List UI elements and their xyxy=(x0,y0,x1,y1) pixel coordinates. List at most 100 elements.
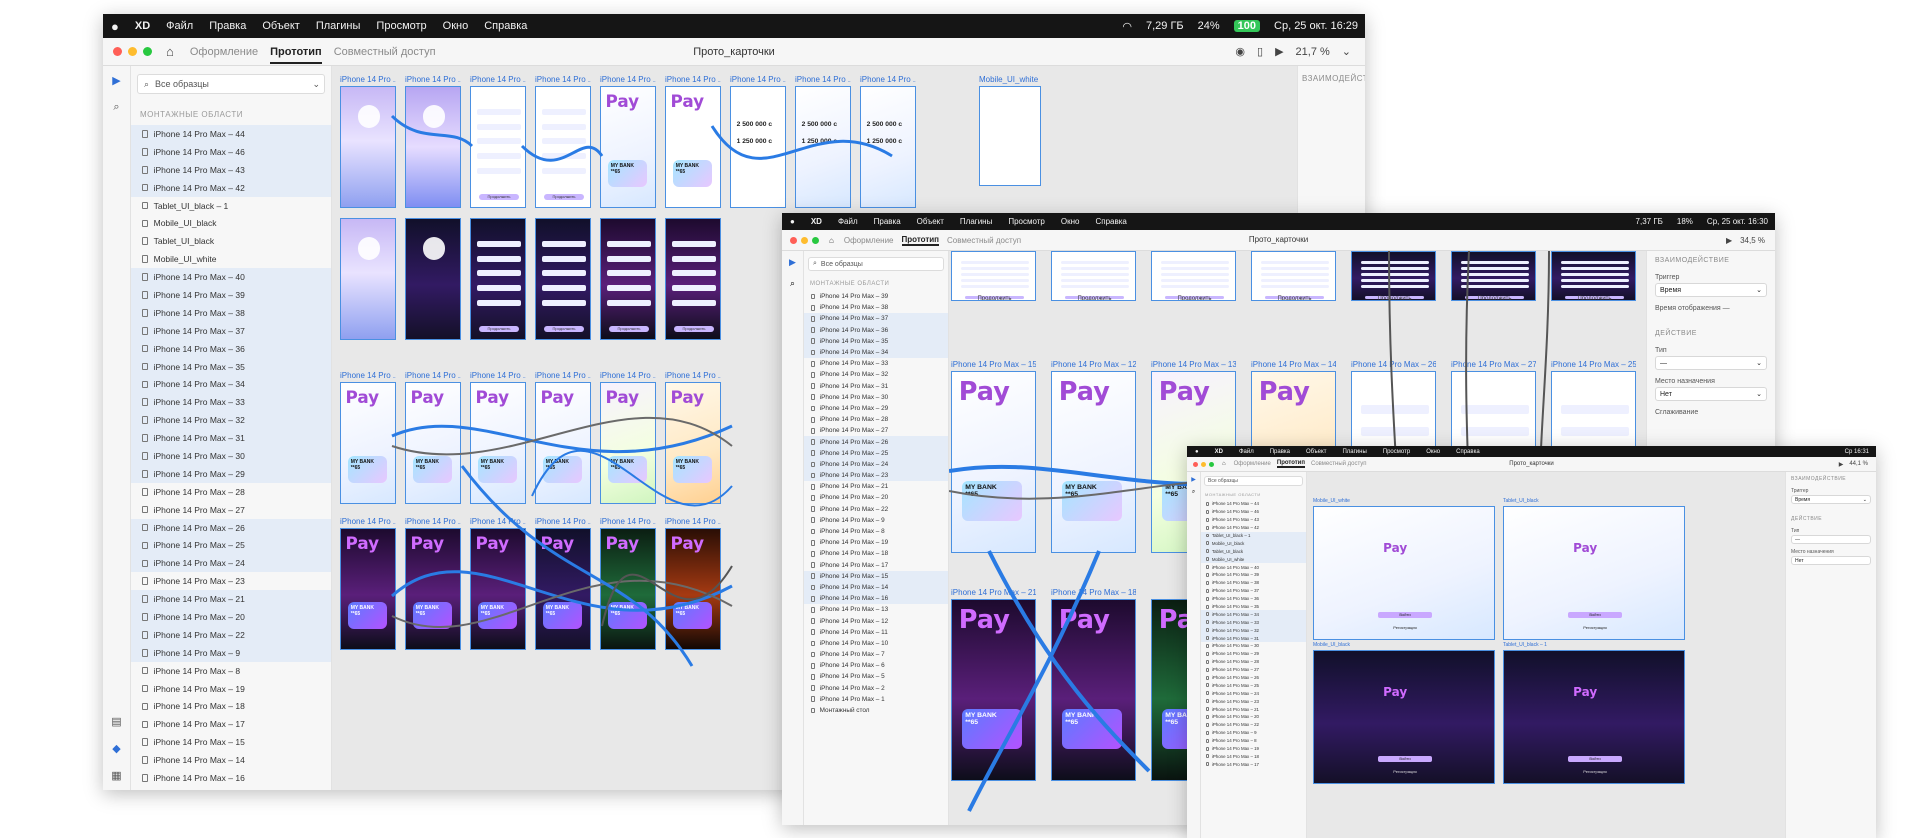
artboard[interactable]: Pay MY BANK**65 xyxy=(405,528,461,650)
artboard-label[interactable]: iPhone 14 Pro ... xyxy=(340,517,396,526)
layer-item[interactable]: iPhone 14 Pro Max – 11 xyxy=(804,627,948,638)
layer-item[interactable]: iPhone 14 Pro Max – 25 xyxy=(804,447,948,459)
close-button[interactable] xyxy=(1193,461,1198,467)
layer-item[interactable]: iPhone 14 Pro Max – 9 xyxy=(131,643,331,662)
tab-design[interactable]: Оформление xyxy=(844,236,894,245)
artboard[interactable]: Продолжить xyxy=(1351,251,1436,301)
form-field[interactable] xyxy=(606,255,652,262)
layer-item[interactable]: iPhone 14 Pro Max – 34 xyxy=(131,375,331,394)
continue-button[interactable]: Продолжить xyxy=(674,326,714,333)
form-field[interactable] xyxy=(671,240,717,248)
continue-button[interactable]: Продолжить xyxy=(609,326,649,333)
form-field[interactable] xyxy=(1360,404,1429,414)
menu-app-name[interactable]: XD xyxy=(803,217,830,226)
bank-card[interactable]: MY BANK**65 xyxy=(1062,481,1122,522)
artboard[interactable]: Pay MY BANK**65 xyxy=(665,86,721,208)
bank-card[interactable]: MY BANK**65 xyxy=(607,456,647,484)
layer-item[interactable]: iPhone 14 Pro Max – 40 xyxy=(131,268,331,287)
artboard-label[interactable]: iPhone 14 Pro ... xyxy=(405,517,461,526)
artboard[interactable]: Pay MY BANK**65 xyxy=(340,382,396,504)
form-field[interactable] xyxy=(671,284,717,291)
form-field[interactable] xyxy=(1160,285,1229,288)
form-field[interactable] xyxy=(476,255,522,262)
play-icon[interactable]: ▶ xyxy=(1275,45,1283,58)
form-field[interactable] xyxy=(476,123,522,130)
artboard-label[interactable]: iPhone 14 Pro ... xyxy=(665,371,721,380)
apple-icon[interactable]: ● xyxy=(782,217,803,226)
layer-item[interactable]: iPhone 14 Pro Max – 44 xyxy=(131,125,331,143)
layer-item[interactable]: iPhone 14 Pro Max – 32 xyxy=(1201,626,1306,635)
home-icon[interactable]: ⌂ xyxy=(1222,461,1226,467)
artboard-label[interactable]: iPhone 14 Pro ... xyxy=(405,371,461,380)
play-icon[interactable]: ▶ xyxy=(1726,236,1732,245)
artboard[interactable]: Pay Войти Регистрация xyxy=(1313,506,1495,640)
menu-item[interactable]: Справка xyxy=(476,20,535,32)
login-button[interactable]: Войти xyxy=(1377,611,1433,618)
form-field[interactable] xyxy=(1260,261,1329,264)
menu-item[interactable]: Окно xyxy=(1053,217,1088,226)
menu-item[interactable]: Файл xyxy=(830,217,866,226)
artboard[interactable] xyxy=(405,218,461,340)
layer-item[interactable]: iPhone 14 Pro Max – 30 xyxy=(1201,642,1306,650)
artboard-label[interactable]: iPhone 14 Pro Max – 27 xyxy=(1451,360,1536,369)
tab-prototype[interactable]: Прототип xyxy=(901,235,939,246)
select-tool-icon[interactable]: ▶ xyxy=(1191,476,1196,483)
trigger-dropdown[interactable]: Время ⌄ xyxy=(1655,283,1767,297)
memory-status[interactable]: 7,29 ГБ xyxy=(1139,20,1191,32)
form-field[interactable] xyxy=(541,108,587,116)
layer-item[interactable]: Tablet_UI_black – 1 xyxy=(1201,531,1306,540)
artboard-label[interactable]: iPhone 14 Pro ... xyxy=(535,371,591,380)
layer-item[interactable]: iPhone 14 Pro Max – 19 xyxy=(1201,745,1306,753)
search-icon[interactable]: ⌕ xyxy=(1192,489,1195,496)
wifi-icon[interactable]: ◠ xyxy=(1115,20,1139,33)
form-field[interactable] xyxy=(1060,279,1129,282)
layer-item[interactable]: iPhone 14 Pro Max – 14 xyxy=(131,751,331,769)
artboard[interactable]: Продолжить xyxy=(470,86,526,208)
form-field[interactable] xyxy=(1460,273,1529,276)
artboard[interactable] xyxy=(405,86,461,208)
form-field[interactable] xyxy=(541,123,587,130)
form-field[interactable] xyxy=(541,167,587,174)
tab-prototype[interactable]: Прототип xyxy=(270,40,322,64)
form-field[interactable] xyxy=(1560,404,1629,414)
layer-item[interactable]: iPhone 14 Pro Max – 16 xyxy=(131,769,331,787)
form-field[interactable] xyxy=(1060,273,1129,276)
artboard-label[interactable]: iPhone 14 Pro Max – 25 xyxy=(1551,360,1636,369)
artboard[interactable] xyxy=(340,218,396,340)
artboard-label[interactable]: iPhone 14 Pro ... xyxy=(795,75,851,84)
layer-item[interactable]: Tablet_UI_black xyxy=(131,232,331,250)
layer-item[interactable]: iPhone 14 Pro Max – 33 xyxy=(1201,618,1306,627)
layer-item[interactable]: iPhone 14 Pro Max – 22 xyxy=(131,625,331,644)
artboard-label[interactable]: iPhone 14 Pro Max – 21 xyxy=(951,588,1036,597)
menu-item[interactable]: Объект xyxy=(1298,449,1334,455)
form-field[interactable] xyxy=(1360,426,1429,436)
dest-dropdown[interactable]: Нет ⌄ xyxy=(1655,387,1767,401)
form-field[interactable] xyxy=(1460,285,1529,288)
artboard[interactable]: Pay MY BANK**65 xyxy=(1051,599,1136,781)
search-icon[interactable]: ⌕ xyxy=(790,278,795,289)
menu-item[interactable]: Правка xyxy=(201,20,254,32)
login-button[interactable]: Войти xyxy=(1567,611,1623,618)
artboard-label[interactable]: iPhone 14 Pro ... xyxy=(470,517,526,526)
artboard-label[interactable]: iPhone 14 Pro ... xyxy=(340,75,396,84)
layer-item[interactable]: Mobile_UI_black xyxy=(131,214,331,232)
layer-item[interactable]: iPhone 14 Pro Max – 20 xyxy=(131,608,331,626)
layer-item[interactable]: iPhone 14 Pro Max – 18 xyxy=(804,548,948,559)
memory-status[interactable]: 7,37 ГБ xyxy=(1629,217,1670,226)
artboard[interactable]: Продолжить xyxy=(1251,251,1336,301)
layer-item[interactable]: iPhone 14 Pro Max – 38 xyxy=(1201,579,1306,587)
form-field[interactable] xyxy=(1560,261,1629,264)
layer-item[interactable]: iPhone 14 Pro Max – 36 xyxy=(131,339,331,358)
form-field[interactable] xyxy=(1260,279,1329,282)
clock[interactable]: Ср 16:31 xyxy=(1838,449,1876,455)
form-field[interactable] xyxy=(1060,261,1129,264)
bank-card[interactable]: MY BANK**65 xyxy=(347,602,387,630)
form-field[interactable] xyxy=(541,138,587,145)
minimize-button[interactable] xyxy=(801,236,808,244)
layer-item[interactable]: iPhone 14 Pro Max – 18 xyxy=(1201,753,1306,761)
form-field[interactable] xyxy=(541,270,587,277)
bank-card[interactable]: MY BANK**65 xyxy=(347,456,387,484)
form-field[interactable] xyxy=(1060,267,1129,270)
menu-item[interactable]: Объект xyxy=(254,20,307,32)
layer-item[interactable]: iPhone 14 Pro Max – 39 xyxy=(131,286,331,304)
